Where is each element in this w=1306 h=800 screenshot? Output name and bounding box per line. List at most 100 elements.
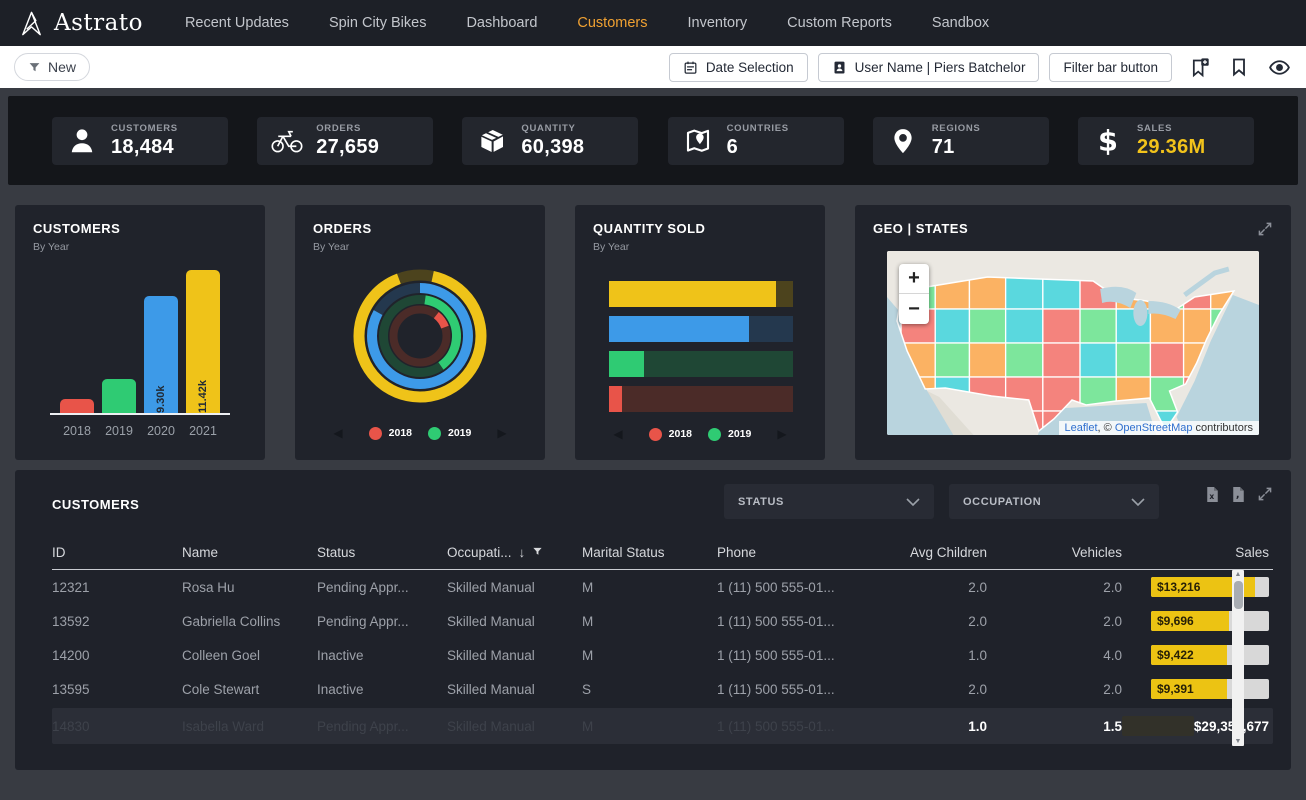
leaflet-link[interactable]: Leaflet [1065,422,1098,434]
export-xlsx-icon[interactable]: x [1205,486,1220,503]
table-row[interactable]: 14200 Colleen Goel Inactive Skilled Manu… [52,638,1273,672]
panel-title: QUANTITY SOLD [593,221,807,236]
legend-next-arrow[interactable]: ▶ [777,427,786,441]
table-scrollbar[interactable]: ▲ ▼ [1232,570,1244,746]
donut-rings[interactable] [345,261,495,411]
quantity-bar-2020[interactable] [609,316,793,342]
legend-item-2019[interactable]: 2019 [428,427,471,440]
kpi-label: SALES [1137,123,1206,134]
nav-item-customers[interactable]: Customers [577,15,647,31]
table-header: IDNameStatusOccupati... ↓ Marital Status… [52,545,1273,570]
legend-dot [428,427,441,440]
calendar-icon [683,60,698,75]
svg-text:,: , [1236,490,1240,501]
panel-subtitle: By Year [313,241,527,253]
bar-chart: 9.30k 11.42k [33,265,247,413]
column-header-phone[interactable]: Phone [717,545,882,560]
legend-item-2018[interactable]: 2018 [369,427,412,440]
column-header-avg-children[interactable]: Avg Children [882,545,987,560]
table-row[interactable]: 13592 Gabriella Collins Pending Appr... … [52,604,1273,638]
app-root: Astrato Recent Updates Spin City Bikes Das… [0,0,1306,770]
column-header-vehicles[interactable]: Vehicles [987,545,1122,560]
map-zoom-control: + − [899,264,929,324]
legend-next-arrow[interactable]: ▶ [497,426,506,440]
eye-icon[interactable] [1266,54,1292,80]
scroll-down-arrow[interactable]: ▼ [1232,738,1244,745]
legend-dot [369,427,382,440]
sort-descending-icon[interactable]: ↓ [519,545,526,560]
legend-label: 2019 [728,428,751,440]
legend-item-2018[interactable]: 2018 [649,428,692,441]
customers-table-panel: CUSTOMERS STATUS OCCUPATION x , IDNameSt… [15,470,1291,770]
quantity-bar-2018[interactable] [609,386,793,412]
package-icon [474,126,510,156]
geo-map[interactable]: + − Leaflet, © OpenStreetMap contributor… [887,251,1259,435]
column-header-occupati[interactable]: Occupati... ↓ [447,545,582,560]
table-body: 12321 Rosa Hu Pending Appr... Skilled Ma… [52,570,1273,744]
nav-item-recent-updates[interactable]: Recent Updates [185,15,289,31]
date-selection-button[interactable]: Date Selection [669,53,808,82]
legend-prev-arrow[interactable]: ◀ [333,426,342,440]
expand-icon[interactable] [1257,221,1273,237]
toolbar-right: Date Selection User Name | Piers Batchel… [669,53,1292,82]
openstreetmap-link[interactable]: OpenStreetMap [1115,422,1193,434]
kpi-value: 60,398 [521,136,584,159]
progress-bar-chart [609,281,793,412]
table-row[interactable]: 13595 Cole Stewart Inactive Skilled Manu… [52,672,1273,706]
bookmark-icon[interactable] [1226,54,1252,80]
bar-2019[interactable] [102,379,136,413]
filter-bar-button[interactable]: Filter bar button [1049,53,1172,82]
bar-2021[interactable]: 11.42k [186,270,220,413]
chevron-down-icon [906,498,920,506]
toolbar: New Date Selection User Name | Piers Bat… [0,46,1306,88]
us-states-map[interactable] [887,251,1259,435]
x-axis-line [50,413,230,415]
user-button[interactable]: User Name | Piers Batchelor [818,53,1040,82]
column-filter-icon[interactable] [532,545,543,560]
scroll-up-arrow[interactable]: ▲ [1232,571,1244,578]
quantity-bar-2019[interactable] [609,351,793,377]
column-header-marital-status[interactable]: Marital Status [582,545,717,560]
nav-item-sandbox[interactable]: Sandbox [932,15,989,31]
scrollbar-thumb[interactable] [1234,581,1243,609]
bar-2018[interactable] [60,399,94,413]
kpi-label: REGIONS [932,123,981,134]
astrato-logo-icon [18,10,45,37]
brand[interactable]: Astrato [18,10,143,37]
map-zoom-in-button[interactable]: + [899,264,929,294]
kpi-band: CUSTOMERS 18,484 ORDERS 27,659 QUANTITY … [8,96,1298,185]
column-header-status[interactable]: Status [317,545,447,560]
user-badge-icon [832,60,847,75]
x-axis-labels: 2018201920202021 [33,424,247,438]
filter-dropdown-occupation[interactable]: OCCUPATION [949,484,1159,519]
legend-label: 2019 [448,427,471,439]
kpi-label: QUANTITY [521,123,584,134]
column-header-id[interactable]: ID [52,545,182,560]
nav-item-inventory[interactable]: Inventory [688,15,748,31]
filter-dropdown-status[interactable]: STATUS [724,484,934,519]
new-filter-button[interactable]: New [14,53,90,81]
quantity-bar-2021[interactable] [609,281,793,307]
bar-value-label: 9.30k [155,303,167,413]
panel-subtitle: By Year [33,241,247,253]
kpi-regions: REGIONS 71 [873,117,1049,165]
legend-prev-arrow[interactable]: ◀ [613,427,622,441]
table-row[interactable]: 12321 Rosa Hu Pending Appr... Skilled Ma… [52,570,1273,604]
expand-icon[interactable] [1257,486,1273,503]
nav-item-custom-reports[interactable]: Custom Reports [787,15,892,31]
bar-value-label: 11.42k [197,277,209,413]
nav-item-dashboard[interactable]: Dashboard [466,15,537,31]
export-csv-icon[interactable]: , [1231,486,1246,503]
map-icon [680,126,716,156]
column-header-sales[interactable]: Sales [1122,545,1269,560]
total-avg-children: 1.0 [882,719,987,734]
kpi-quantity: QUANTITY 60,398 [462,117,638,165]
legend-item-2019[interactable]: 2019 [708,428,751,441]
total-vehicles: 1.5 [987,719,1122,734]
nav-item-spin-city-bikes[interactable]: Spin City Bikes [329,15,427,31]
orders-by-year-panel: ORDERS By Year ◀ 2018 2019 ▶ [295,205,545,460]
map-zoom-out-button[interactable]: − [899,294,929,324]
bookmark-add-icon[interactable] [1186,54,1212,80]
bar-2020[interactable]: 9.30k [144,296,178,413]
column-header-name[interactable]: Name [182,545,317,560]
